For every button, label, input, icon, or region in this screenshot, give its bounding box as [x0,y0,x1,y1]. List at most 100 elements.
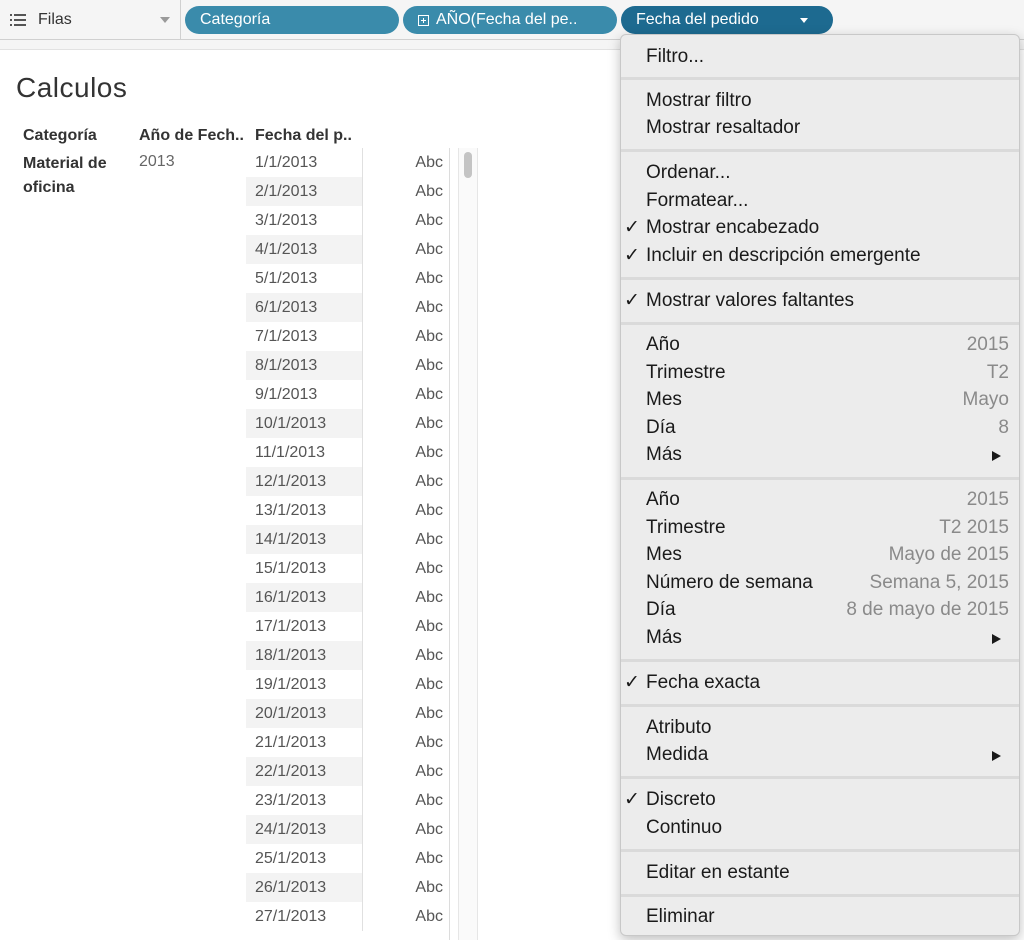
table-row[interactable]: 18/1/2013 Abc [246,641,449,670]
table-row[interactable]: 11/1/2013 Abc [246,438,449,467]
table-row[interactable]: 2/1/2013 Abc [246,177,449,206]
value-cell[interactable]: Abc [362,322,449,351]
scrollbar-thumb[interactable] [464,152,472,178]
menu-item-discrete-day[interactable]: Día 8 [621,415,1019,441]
order-date-cell[interactable]: 25/1/2013 [246,844,362,873]
table-row[interactable]: 19/1/2013 Abc [246,670,449,699]
table-row[interactable]: 23/1/2013 Abc [246,786,449,815]
order-date-cell[interactable]: 5/1/2013 [246,264,362,293]
table-row[interactable]: 6/1/2013 Abc [246,293,449,322]
table-row[interactable]: 7/1/2013 Abc [246,322,449,351]
rows-shelf-label[interactable]: Filas [0,0,181,39]
value-cell[interactable]: Abc [362,148,449,177]
vertical-scrollbar[interactable] [458,148,478,940]
order-date-cell[interactable]: 11/1/2013 [246,438,362,467]
value-cell[interactable]: Abc [362,612,449,641]
table-row[interactable]: 26/1/2013 Abc [246,873,449,902]
header-order-date[interactable]: Fecha del p.. [255,127,352,145]
order-date-cell[interactable]: 24/1/2013 [246,815,362,844]
menu-item-continuous-more[interactable]: Más [621,625,1019,651]
value-cell[interactable]: Abc [362,409,449,438]
table-row[interactable]: 8/1/2013 Abc [246,351,449,380]
order-date-cell[interactable]: 7/1/2013 [246,322,362,351]
table-row[interactable]: 3/1/2013 Abc [246,206,449,235]
order-date-cell[interactable]: 27/1/2013 [246,902,362,931]
order-date-cell[interactable]: 1/1/2013 [246,148,362,177]
table-row[interactable]: 22/1/2013 Abc [246,757,449,786]
menu-item-filter[interactable]: Filtro... [621,44,1019,70]
chevron-down-icon[interactable] [160,17,170,23]
menu-item-discrete-month[interactable]: Mes Mayo [621,387,1019,413]
table-row[interactable]: 4/1/2013 Abc [246,235,449,264]
table-row[interactable]: 20/1/2013 Abc [246,699,449,728]
header-year[interactable]: Año de Fech.. [139,127,244,145]
table-row[interactable]: 15/1/2013 Abc [246,554,449,583]
menu-item-attribute[interactable]: Atributo [621,715,1019,741]
order-date-cell[interactable]: 17/1/2013 [246,612,362,641]
order-date-cell[interactable]: 23/1/2013 [246,786,362,815]
value-cell[interactable]: Abc [362,786,449,815]
order-date-cell[interactable]: 9/1/2013 [246,380,362,409]
order-date-cell[interactable]: 21/1/2013 [246,728,362,757]
value-cell[interactable]: Abc [362,351,449,380]
expand-plus-icon[interactable] [418,14,429,26]
menu-item-continuous-week[interactable]: Número de semana Semana 5, 2015 [621,570,1019,596]
table-row[interactable]: 10/1/2013 Abc [246,409,449,438]
order-date-cell[interactable]: 12/1/2013 [246,467,362,496]
value-cell[interactable]: Abc [362,844,449,873]
table-row[interactable]: 9/1/2013 Abc [246,380,449,409]
value-cell[interactable]: Abc [362,264,449,293]
pill-categoria[interactable]: Categoría [185,6,399,34]
order-date-cell[interactable]: 16/1/2013 [246,583,362,612]
order-date-cell[interactable]: 22/1/2013 [246,757,362,786]
order-date-cell[interactable]: 10/1/2013 [246,409,362,438]
table-row[interactable]: 14/1/2013 Abc [246,525,449,554]
value-cell[interactable]: Abc [362,206,449,235]
menu-item-measure[interactable]: Medida [621,742,1019,768]
header-categoria[interactable]: Categoría [23,127,97,145]
value-cell[interactable]: Abc [362,728,449,757]
value-cell[interactable]: Abc [362,583,449,612]
value-cell[interactable]: Abc [362,293,449,322]
menu-item-continuous-day[interactable]: Día 8 de mayo de 2015 [621,597,1019,623]
value-cell[interactable]: Abc [362,177,449,206]
table-row[interactable]: 24/1/2013 Abc [246,815,449,844]
order-date-cell[interactable]: 13/1/2013 [246,496,362,525]
value-cell[interactable]: Abc [362,670,449,699]
category-value[interactable]: Material de oficina [23,152,133,200]
value-cell[interactable]: Abc [362,235,449,264]
value-cell[interactable]: Abc [362,902,449,931]
order-date-cell[interactable]: 15/1/2013 [246,554,362,583]
table-row[interactable]: 21/1/2013 Abc [246,728,449,757]
menu-item-continuous-quarter[interactable]: Trimestre T2 2015 [621,515,1019,541]
order-date-cell[interactable]: 2/1/2013 [246,177,362,206]
order-date-cell[interactable]: 3/1/2013 [246,206,362,235]
order-date-cell[interactable]: 8/1/2013 [246,351,362,380]
value-cell[interactable]: Abc [362,438,449,467]
year-value[interactable]: 2013 [139,153,175,171]
value-cell[interactable]: Abc [362,699,449,728]
menu-item-discrete-more[interactable]: Más [621,442,1019,468]
menu-item-discrete-year[interactable]: Año 2015 [621,332,1019,358]
table-row[interactable]: 5/1/2013 Abc [246,264,449,293]
menu-item-show-filter[interactable]: Mostrar filtro [621,88,1019,114]
menu-item-edit-in-shelf[interactable]: Editar en estante [621,860,1019,886]
order-date-cell[interactable]: 19/1/2013 [246,670,362,699]
pill-menu-caret-icon[interactable] [800,18,808,23]
menu-item-show-header[interactable]: ✓ Mostrar encabezado [621,215,1019,241]
value-cell[interactable]: Abc [362,380,449,409]
value-cell[interactable]: Abc [362,641,449,670]
order-date-cell[interactable]: 4/1/2013 [246,235,362,264]
value-cell[interactable]: Abc [362,467,449,496]
order-date-cell[interactable]: 14/1/2013 [246,525,362,554]
table-row[interactable]: 27/1/2013 Abc [246,902,449,931]
menu-item-continuous-year[interactable]: Año 2015 [621,487,1019,513]
order-date-cell[interactable]: 20/1/2013 [246,699,362,728]
pill-year-order-date[interactable]: AÑO(Fecha del pe.. [403,6,617,34]
table-row[interactable]: 13/1/2013 Abc [246,496,449,525]
menu-item-exact-date[interactable]: ✓ Fecha exacta [621,670,1019,696]
menu-item-show-missing[interactable]: ✓ Mostrar valores faltantes [621,288,1019,314]
menu-item-continuous[interactable]: Continuo [621,815,1019,841]
value-cell[interactable]: Abc [362,757,449,786]
menu-item-discrete[interactable]: ✓ Discreto [621,787,1019,813]
